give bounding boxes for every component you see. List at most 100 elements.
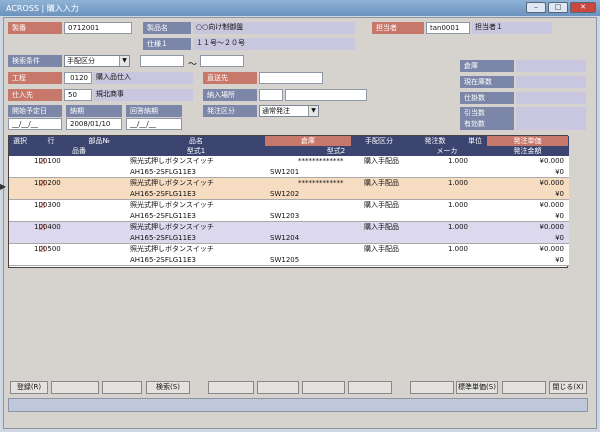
seiban-label: 製番 (8, 22, 62, 34)
kaishi-date-input[interactable]: __/__/__ (8, 118, 62, 130)
shiyou-value: １１号〜２０号 (193, 38, 355, 50)
row-suryo: 1.000 (447, 245, 468, 253)
zaiko-label: 現在庫数 (460, 76, 514, 88)
row-soko (295, 222, 351, 233)
nounyu-name-input[interactable] (285, 89, 367, 101)
row-katashiki1: AH165-2SFLG11E3 (130, 190, 196, 198)
tojiru-button[interactable]: 閉じる(X) (549, 381, 587, 394)
koutei-code-input[interactable]: 0120 (64, 72, 92, 84)
row-hinmei: 照光式押しボタンスイッチ (130, 157, 214, 165)
row-katashiki1: AH165-2SFLG11E3 (130, 234, 196, 242)
col-hinban: 品番 (72, 147, 86, 155)
minimize-icon[interactable]: – (526, 2, 546, 13)
shiiresaki-name: 規北商事 (93, 89, 193, 101)
koutei-name: 購入品仕入 (93, 72, 193, 84)
row-katashiki1: AH165-2SFLG11E3 (130, 168, 196, 176)
function-key-2[interactable] (51, 381, 99, 394)
col-gyo: 行 (47, 137, 55, 145)
soko-value (516, 60, 586, 72)
shiiresaki-label: 仕入先 (8, 89, 62, 101)
zaiko-value (516, 76, 586, 88)
soko-label: 倉庫 (460, 60, 514, 72)
col-katashiki2: 型式2 (326, 147, 346, 155)
row-katashiki2: SW1205 (270, 256, 300, 264)
seiban-input[interactable]: 0712001 (64, 22, 132, 34)
row-suryo: 1.000 (447, 201, 468, 209)
row-hinmei: 照光式押しボタンスイッチ (130, 201, 214, 209)
row-suryo: 1.000 (447, 157, 468, 165)
row-suryo: 1.000 (447, 179, 468, 187)
search-condition-value: 手配区分 (67, 57, 95, 65)
row-tanka: ¥0.000 (539, 157, 565, 165)
status-bar (8, 398, 588, 412)
col-kingaku: 発注金額 (513, 147, 542, 155)
nouki-label: 納期 (66, 105, 122, 117)
kensaku-button[interactable]: 検索(S) (146, 381, 190, 394)
row-soko (295, 200, 351, 211)
koutei-label: 工程 (8, 72, 62, 84)
close-icon[interactable]: ✕ (570, 2, 596, 13)
row-kingaku: ¥0 (555, 256, 564, 264)
row-tanka: ¥0.000 (539, 245, 565, 253)
col-katashiki1: 型式1 (186, 147, 206, 155)
row-katashiki2: SW1204 (270, 234, 300, 242)
toroku-button[interactable]: 登録(R) (10, 381, 48, 394)
row-tehai: 購入手配品 (364, 157, 399, 165)
tantou-name: 担当者１ (472, 22, 552, 34)
col-buhin: 部品№ (88, 137, 110, 145)
nounyu-label: 納入場所 (203, 89, 257, 101)
col-select: 選択 (13, 137, 27, 145)
row-katashiki2: SW1203 (270, 212, 300, 220)
row-tehai: 購入手配品 (364, 179, 399, 187)
chokusou-code-input[interactable] (259, 72, 323, 84)
row-gyo: 100100 (34, 157, 61, 165)
col-hinmei: 品名 (189, 137, 203, 145)
table-row[interactable]: ☑ 100200 照光式押しボタンスイッチ ************* 購入手配品 1.0… (0, 178, 569, 200)
function-key-8[interactable] (348, 381, 392, 394)
table-row[interactable]: ☑ 100300 照光式押しボタンスイッチ 購入手配品 1.000 ¥0.000 AH165… (9, 200, 569, 222)
seihinmei-label: 製品名 (143, 22, 191, 34)
table-row[interactable]: ☑ 100100 照光式押しボタンスイッチ ************* 購入手配品 1.0… (9, 156, 569, 178)
row-katashiki1: AH165-2SFLG11E3 (130, 212, 196, 220)
hatchu-label: 発注区分 (203, 105, 257, 117)
row-katashiki2: SW1201 (270, 168, 300, 176)
shikake-label: 仕掛数 (460, 92, 514, 104)
row-soko: ************* (298, 179, 344, 187)
row-hinmei: 照光式押しボタンスイッチ (130, 223, 214, 231)
hyojun-tanka-button[interactable]: 標準単価(S) (456, 381, 498, 394)
col-tanka: 発注単価 (513, 137, 542, 145)
seihinmei-value: ○○向け制御盤 (193, 22, 355, 34)
row-tehai: 購入手配品 (364, 245, 399, 253)
nounyu-code-input[interactable] (259, 89, 283, 101)
row-tanka: ¥0.000 (539, 179, 565, 187)
col-suryo: 発注数 (424, 137, 446, 145)
parts-grid: 選択 行 部品№ 品名 倉庫 手配区分 発注数 単位 発注単価 品番 型式1 型… (0, 135, 569, 268)
shiiresaki-code-input[interactable]: 50 (64, 89, 92, 101)
table-row[interactable]: ☑ 100400 照光式押しボタンスイッチ 購入手配品 1.000 ¥0.000 AH165… (9, 222, 569, 244)
row-tehai: 購入手配品 (364, 223, 399, 231)
window-title: ACROSS | 購入入力 (6, 4, 79, 13)
kaitou-date-input[interactable]: __/__/__ (126, 118, 182, 130)
tantou-code-input[interactable]: tan0001 (426, 22, 470, 34)
table-row[interactable]: ☑ 100500 照光式押しボタンスイッチ 購入手配品 1.000 ¥0.000 AH165… (9, 244, 569, 266)
nouki-date-input[interactable]: 2008/01/10 (66, 118, 122, 130)
search-to-input[interactable] (200, 55, 244, 67)
hatchu-select[interactable]: 通常発注 ▼ (259, 105, 319, 117)
hatchu-value: 通常発注 (262, 107, 290, 115)
dropdown-arrow-icon[interactable]: ▼ (119, 56, 129, 66)
maximize-icon[interactable]: □ (548, 2, 568, 13)
search-condition-select[interactable]: 手配区分 ▼ (64, 55, 130, 67)
function-key-6[interactable] (257, 381, 299, 394)
row-soko (295, 244, 351, 255)
col-tehai: 手配区分 (365, 137, 393, 145)
row-tanka: ¥0.000 (539, 223, 565, 231)
kaitou-label: 回答納期 (126, 105, 182, 117)
function-key-11[interactable] (502, 381, 546, 394)
row-soko: ************* (298, 157, 344, 165)
function-key-3[interactable] (102, 381, 142, 394)
function-key-9[interactable] (410, 381, 454, 394)
search-from-input[interactable] (140, 55, 184, 67)
dropdown-arrow-icon[interactable]: ▼ (308, 106, 318, 116)
function-key-7[interactable] (302, 381, 345, 394)
function-key-5[interactable] (208, 381, 254, 394)
